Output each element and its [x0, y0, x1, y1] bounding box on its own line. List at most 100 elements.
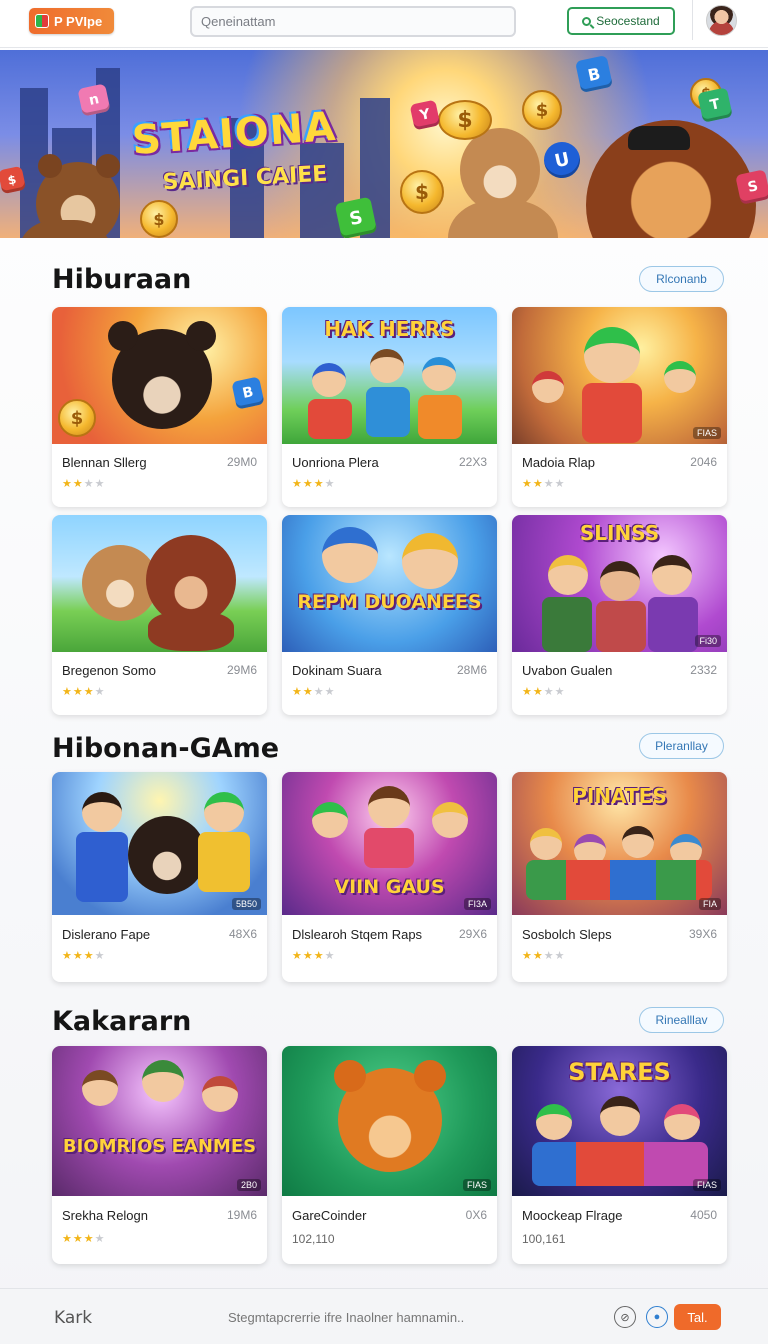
section-title-hiburaan: Hiburaan [52, 264, 192, 295]
city-building [300, 143, 344, 238]
bear-ear-right [96, 154, 120, 178]
game-title: Blennan Sllerg [62, 455, 147, 470]
game-card[interactable]: SLINSS Fi30 Uvabon Gualen 2332 ★★★★ [512, 515, 727, 715]
kid-character [584, 327, 640, 383]
game-title: Dokinam Suara [292, 663, 382, 678]
kid-character [432, 802, 468, 838]
thumbnail-tag: FIAS [462, 1179, 491, 1191]
kid-character [664, 361, 696, 393]
section-more-button[interactable]: Pleranllay [639, 733, 724, 759]
letter-block-icon: U [540, 138, 584, 182]
game-thumbnail: FIAS [282, 1046, 497, 1196]
game-card[interactable]: REPM DUOANEES Dokinam Suara 28M6 ★★★★ [282, 515, 497, 715]
thumbnail-title: BIOMRIOS EANMES [62, 1136, 257, 1157]
logo-mark-icon [35, 14, 49, 28]
letter-block-icon: T [697, 87, 733, 123]
user-avatar[interactable] [706, 5, 737, 36]
game-meta: 28M6 [456, 663, 487, 677]
game-thumbnail: PINATES FIA [512, 772, 727, 915]
game-meta: 4050 [690, 1208, 717, 1222]
game-card[interactable]: FIAS GareCoinder 0X6 102,110 [282, 1046, 497, 1264]
game-title: Uonriona Plera [292, 455, 379, 470]
star-rating: ★★★★ [62, 478, 106, 490]
game-card[interactable]: 5B50 Dislerano Fape 48X6 ★★★★ [52, 772, 267, 982]
kid-character [322, 527, 378, 583]
header-divider [692, 0, 693, 40]
game-thumbnail: SLINSS Fi30 [512, 515, 727, 652]
game-subtitle: 102,110 [292, 1232, 335, 1246]
logo-text: P PVIpe [54, 13, 103, 29]
kid-body [364, 828, 414, 868]
game-meta: 19M6 [226, 1208, 257, 1222]
star-rating: ★★★★ [522, 686, 566, 698]
section-more-button[interactable]: Rlconanb [639, 266, 724, 292]
star-rating: ★★★★ [292, 478, 336, 490]
app-logo[interactable]: P PVIpe [29, 8, 114, 34]
kid-character [530, 828, 562, 860]
notification-icon[interactable]: ● [646, 1306, 668, 1328]
footer-brand[interactable]: Kark [54, 1308, 92, 1328]
game-subtitle: 100,161 [522, 1232, 566, 1246]
kid-body [76, 832, 128, 902]
game-meta: 22X3 [458, 455, 487, 469]
search-icon [582, 16, 592, 26]
section-more-button[interactable]: Rinealllav [639, 1007, 724, 1033]
kid-character [600, 561, 640, 601]
game-card[interactable]: VIIN GAUS FI3A Dlslearoh Stqem Raps 29X6… [282, 772, 497, 982]
game-title: Uvabon Gualen [522, 663, 613, 678]
thumbnail-title: STARES [568, 1058, 671, 1086]
game-card[interactable]: $ B Blennan Sllerg 29M0 ★★★★ [52, 307, 267, 507]
bear-character [128, 816, 206, 894]
kid-body [418, 395, 462, 439]
game-meta: 2046 [690, 455, 717, 469]
star-rating: ★★★★ [522, 478, 566, 490]
kid-character [548, 555, 588, 595]
kid-body [542, 597, 592, 652]
kid-body [366, 387, 410, 437]
thumbnail-title: REPM DUOANEES [297, 591, 482, 613]
kid-character [532, 371, 564, 403]
game-thumbnail: 5B50 [52, 772, 267, 915]
game-card[interactable]: BIOMRIOS EANMES 2B0 Srekha Relogn 19M6 ★… [52, 1046, 267, 1264]
hero-banner[interactable]: $ $ $ $ $ B Y U S T S n $ STAIONA SAINGI… [0, 50, 768, 238]
kid-bodies [532, 1142, 708, 1186]
coin-icon: $ [140, 200, 178, 238]
game-title: Dislerano Fape [62, 927, 151, 942]
top-bar: P PVIpe Seocestand [0, 0, 768, 48]
thumbnail-title: HAK HERRS [324, 317, 455, 341]
lion-cap [628, 126, 690, 150]
kid-character [536, 1104, 572, 1140]
kid-character [622, 826, 654, 858]
section-title-hibonan-game: Hibonan-GAme [52, 733, 280, 764]
game-title: Bregenon Somo [62, 663, 156, 678]
game-card[interactable]: STARES FIAS Moockeap Flrage 4050 100,161 [512, 1046, 727, 1264]
search-cta-button[interactable]: Seocestand [567, 7, 675, 35]
bear-ear [334, 1060, 366, 1092]
kid-character [82, 792, 122, 832]
game-title: Sosbolch Sleps [522, 927, 612, 942]
thumbnail-title: PINATES [572, 784, 667, 808]
kid-character [312, 363, 346, 397]
game-card[interactable]: PINATES FIA Sosbolch Sleps 39X6 ★★★★ [512, 772, 727, 982]
footer-action-button[interactable]: Tal. [674, 1304, 721, 1330]
bear-ear-left [38, 154, 62, 178]
thumbnail-tag: Fi30 [695, 635, 721, 647]
settings-icon[interactable]: ⊘ [614, 1306, 636, 1328]
coin-icon: $ [438, 100, 492, 140]
star-rating: ★★★★ [292, 950, 336, 962]
letter-block-icon: n [77, 83, 111, 117]
game-card[interactable]: HAK HERRS Uonriona Plera 22X3 ★★★★ [282, 307, 497, 507]
coin-icon: $ [58, 399, 96, 437]
bear-body-center [448, 200, 558, 238]
thumbnail-title: SLINSS [579, 521, 660, 545]
kid-character [142, 1060, 184, 1102]
game-card[interactable]: FIAS Madoia Rlap 2046 ★★★★ [512, 307, 727, 507]
kid-character [600, 1096, 640, 1136]
game-title: Dlslearoh Stqem Raps [292, 927, 423, 942]
game-meta: 2332 [690, 663, 717, 677]
bear-body [148, 611, 234, 651]
game-card[interactable]: Bregenon Somo 29M6 ★★★★ [52, 515, 267, 715]
kid-body [596, 601, 646, 652]
game-thumbnail: FIAS [512, 307, 727, 444]
search-input[interactable] [190, 6, 516, 37]
